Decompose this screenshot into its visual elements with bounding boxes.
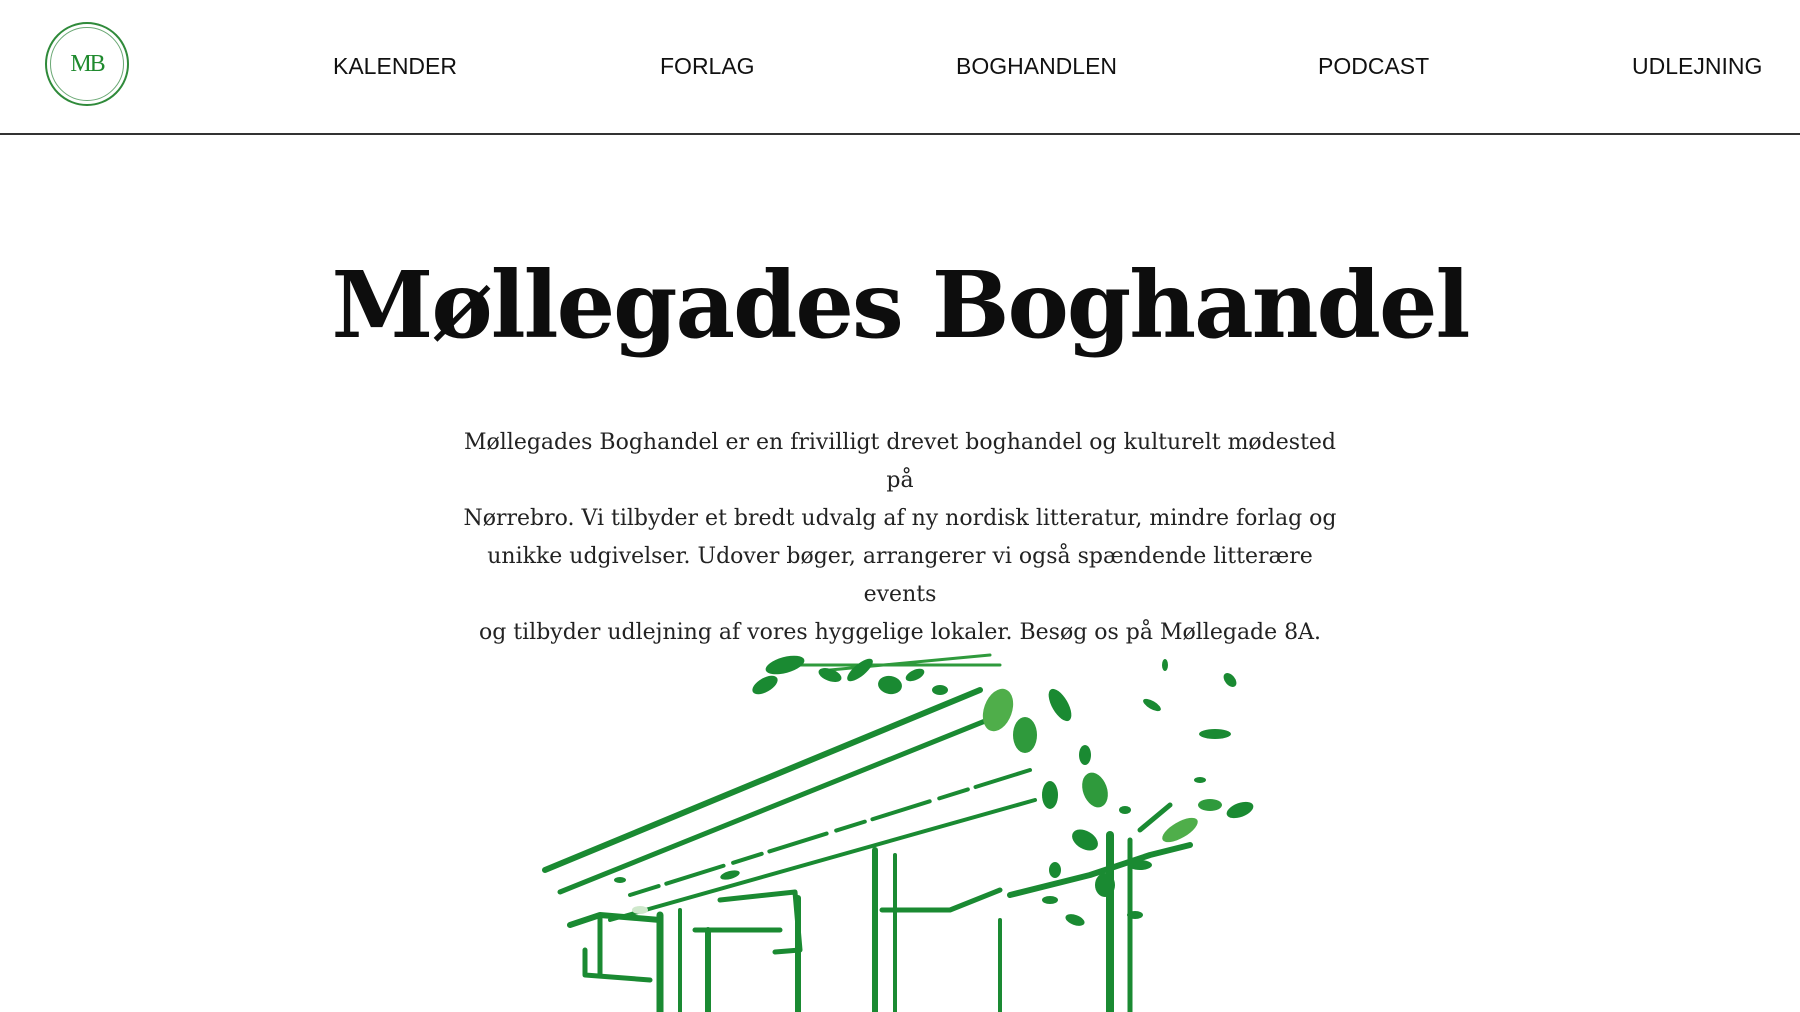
- logo-text: MB: [70, 50, 105, 77]
- nav-item-boghandlen[interactable]: BOGHANDLEN: [956, 53, 1117, 80]
- logo[interactable]: MB: [45, 22, 129, 106]
- nav-item-kalender[interactable]: KALENDER: [333, 53, 457, 80]
- intro-line: Møllegades Boghandel er en frivilligt dr…: [463, 430, 1337, 493]
- site-header: MB KALENDER FORLAG BOGHANDLEN PODCAST UD…: [0, 0, 1800, 135]
- intro-line: unikke udgivelser. Udover bøger, arrange…: [487, 544, 1313, 607]
- nav-item-udlejning[interactable]: UDLEJNING: [1632, 53, 1762, 80]
- bookshop-storefront-drawing: [542, 653, 1254, 1012]
- nav-item-podcast[interactable]: PODCAST: [1318, 53, 1429, 80]
- intro-line: Nørrebro. Vi tilbyder et bredt udvalg af…: [463, 506, 1337, 531]
- nav-item-forlag[interactable]: FORLAG: [660, 53, 755, 80]
- page-title: Møllegades Boghandel: [331, 251, 1471, 359]
- intro-text: Møllegades Boghandel er en frivilligt dr…: [450, 424, 1350, 652]
